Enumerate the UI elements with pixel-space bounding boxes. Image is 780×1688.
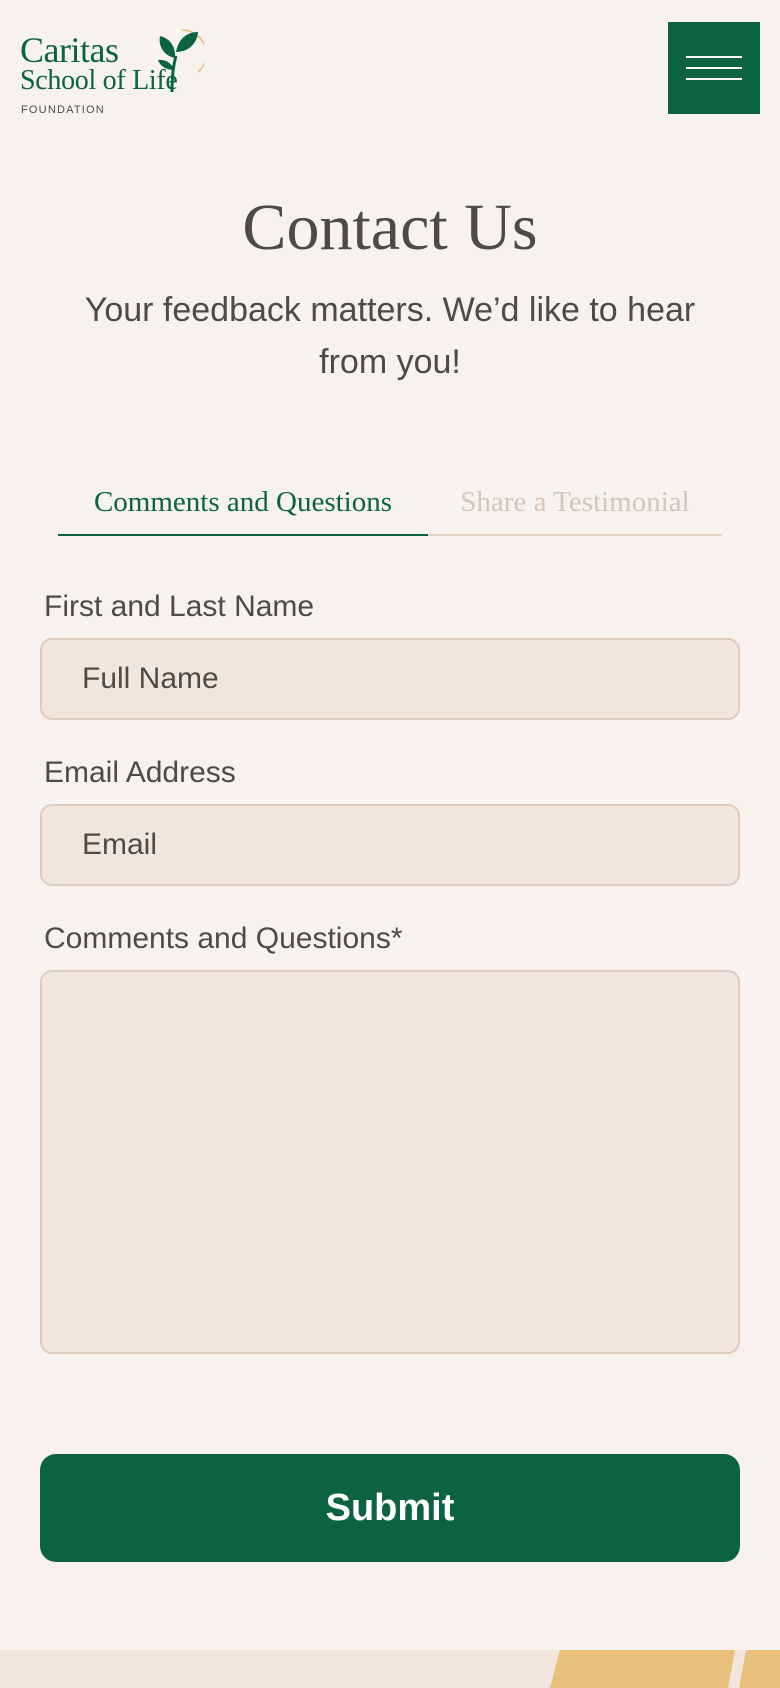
- site-logo[interactable]: Caritas School of Life FOUNDATION: [20, 20, 204, 120]
- hamburger-menu-icon-line-3: [686, 78, 742, 80]
- decorative-arc-shape: [550, 1650, 780, 1688]
- leaf-sprout-icon: [158, 29, 204, 93]
- hamburger-menu-icon: [686, 56, 742, 58]
- hamburger-menu-button[interactable]: [668, 22, 760, 114]
- submit-button[interactable]: Submit: [40, 1454, 740, 1562]
- comments-label: Comments and Questions*: [44, 922, 403, 955]
- page-title: Contact Us: [242, 191, 538, 264]
- full-name-input[interactable]: [40, 638, 740, 720]
- contact-tabs: Comments and Questions Share a Testimoni…: [58, 476, 722, 536]
- email-label: Email Address: [44, 756, 236, 789]
- tab-comments-and-questions[interactable]: Comments and Questions: [58, 476, 428, 536]
- tab-share-a-testimonial[interactable]: Share a Testimonial: [428, 476, 722, 536]
- email-input[interactable]: [40, 804, 740, 886]
- footer-decoration: [0, 1650, 780, 1688]
- hamburger-menu-icon-line-2: [686, 67, 742, 69]
- comments-textarea[interactable]: [40, 970, 740, 1354]
- page-subtitle: Your feedback matters. We’d like to hear…: [84, 291, 696, 381]
- logo-text-foundation: FOUNDATION: [21, 104, 105, 116]
- full-name-label: First and Last Name: [44, 590, 315, 623]
- logo-text-caritas: Caritas: [20, 30, 119, 70]
- site-header: Caritas School of Life FOUNDATION: [0, 0, 780, 130]
